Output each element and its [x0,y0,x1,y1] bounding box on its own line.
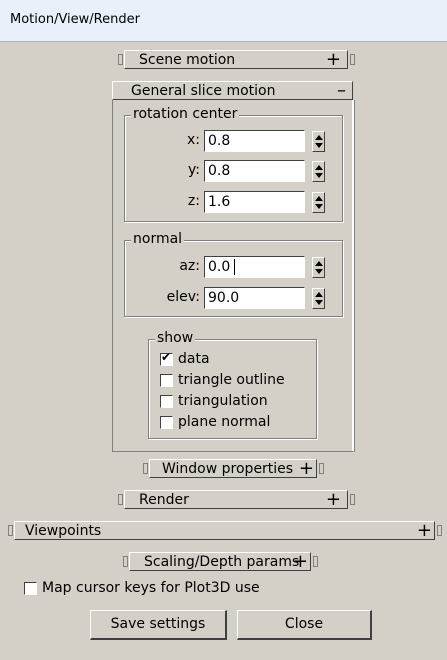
elev-label: elev: [166,289,200,305]
az-spinner[interactable] [312,257,325,278]
text-cursor [234,259,235,275]
rollout-right-tick [311,552,319,571]
rollout-left-tick [116,490,124,509]
rollout-left-tick [141,459,149,478]
scene-motion-rollout[interactable]: Scene motion + [116,49,356,70]
rollout-left-tick [6,521,14,540]
expand-icon: + [292,551,308,572]
show-title: show [155,330,196,346]
x-spinner[interactable] [312,131,325,152]
checkbox-icon[interactable] [160,373,173,387]
close-button[interactable]: Close [237,610,372,640]
rollout-left-tick [121,552,129,571]
z-input[interactable]: 1.6 [204,191,305,213]
rollout-right-tick [348,490,356,509]
window-properties-label: Window properties [162,460,294,477]
viewpoints-label: Viewpoints [25,522,102,539]
y-label: y: [188,162,200,178]
general-slice-motion-label: General slice motion [131,82,276,99]
rollout-right-tick [435,521,443,540]
az-value: 0.0 [208,259,231,275]
y-spinner[interactable] [312,161,325,182]
az-label: az: [179,258,200,274]
save-settings-button[interactable]: Save settings [90,610,227,640]
show-triangulation-label: triangulation [178,393,268,409]
rollout-right-tick [348,50,356,69]
z-label: z: [187,193,200,209]
render-button[interactable]: Render + [124,489,348,510]
expand-icon: + [298,458,314,479]
x-label: x: [186,132,200,148]
title-bar: Motion/View/Render [0,0,447,42]
general-slice-motion-rollout[interactable]: General slice motion – [112,80,353,101]
show-data-label: data [178,351,210,367]
checkbox-icon[interactable] [160,415,173,429]
z-spinner[interactable] [312,192,325,213]
expand-icon: + [325,49,341,70]
az-input[interactable]: 0.0 [204,256,305,278]
show-plane-normal-label: plane normal [178,414,271,430]
show-data-checkbox[interactable]: data [160,350,210,368]
checkbox-icon[interactable] [24,581,37,595]
scene-motion-label: Scene motion [139,51,236,68]
show-triangle-outline-checkbox[interactable]: triangle outline [160,371,285,389]
rollout-right-tick [317,459,325,478]
window-title: Motion/View/Render [10,12,140,27]
render-label: Render [139,491,189,508]
collapse-icon: – [337,80,346,101]
checkbox-icon[interactable] [160,394,173,408]
window-properties-rollout[interactable]: Window properties + [141,458,325,479]
viewpoints-rollout[interactable]: Viewpoints + [6,520,443,541]
x-input[interactable]: 0.8 [204,130,305,152]
scene-motion-button[interactable]: Scene motion + [124,49,348,70]
show-plane-normal-checkbox[interactable]: plane normal [160,413,270,431]
scaling-depth-button[interactable]: Scaling/Depth params + [129,551,311,572]
map-cursor-keys-checkbox[interactable]: Map cursor keys for Plot3D use [24,579,260,597]
general-slice-motion-button[interactable]: General slice motion – [112,80,353,101]
window-properties-button[interactable]: Window properties + [149,458,317,479]
normal-title: normal [131,231,185,247]
expand-icon: + [416,520,432,541]
show-triangle-outline-label: triangle outline [178,372,285,388]
elev-input[interactable]: 90.0 [204,287,305,309]
elev-spinner[interactable] [312,288,325,309]
expand-icon: + [325,489,341,510]
map-cursor-keys-label: Map cursor keys for Plot3D use [42,580,260,596]
rotation-center-title: rotation center [131,106,240,122]
show-triangulation-checkbox[interactable]: triangulation [160,392,268,410]
motion-view-render-dialog: Motion/View/Render Scene motion + Genera… [0,0,447,660]
y-input[interactable]: 0.8 [204,160,305,182]
scaling-depth-rollout[interactable]: Scaling/Depth params + [121,551,319,572]
rollout-left-tick [116,50,124,69]
viewpoints-button[interactable]: Viewpoints + [14,520,435,541]
checkbox-checked-icon[interactable] [160,350,173,366]
scaling-depth-label: Scaling/Depth params [144,553,300,570]
render-rollout[interactable]: Render + [116,489,356,510]
